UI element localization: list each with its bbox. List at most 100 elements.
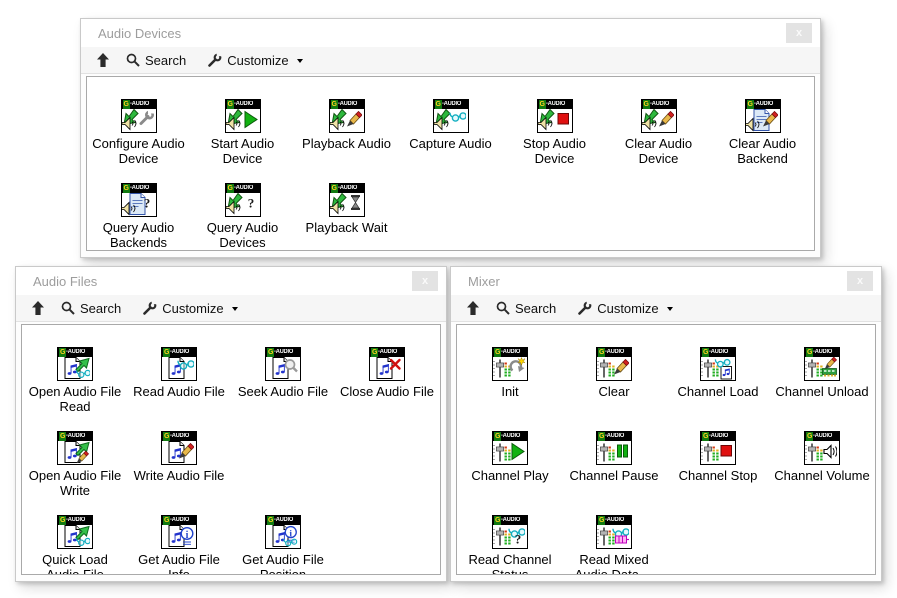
- vi-icon-frame: G-AUDIOi: [161, 515, 197, 549]
- close-button[interactable]: x: [847, 271, 873, 291]
- vi-icon-frame: G-AUDIO: [433, 99, 469, 133]
- customize-button[interactable]: Customize: [143, 301, 237, 316]
- g-audio-banner: G-AUDIO: [122, 100, 156, 109]
- palette-item-write-audio-file[interactable]: G-AUDIOWrite Audio File: [127, 431, 231, 515]
- palette-item-init[interactable]: G-AUDIOInit: [458, 347, 562, 431]
- doc-speaker-eraser-icon: [746, 109, 778, 132]
- title-bar[interactable]: Mixer x: [451, 267, 881, 295]
- g-audio-banner: G-AUDIO: [162, 516, 196, 525]
- up-button[interactable]: [96, 53, 110, 67]
- palette-item-label: Channel Play: [471, 468, 548, 483]
- vi-icon-frame: G-AUDIO: [804, 347, 840, 381]
- palette-item-open-audio-file-write[interactable]: G-AUDIOOpen Audio File Write: [23, 431, 127, 515]
- vi-icon-frame: G-AUDIO: [596, 431, 632, 465]
- mixer-stop-icon: [701, 441, 733, 464]
- musicfile-arrow-glasses-icon: [58, 525, 90, 548]
- title-bar[interactable]: Audio Devices x: [81, 19, 820, 47]
- palette-item-channel-load[interactable]: G-AUDIOChannel Load: [666, 347, 770, 431]
- palette-item-capture-audio[interactable]: G-AUDIO Capture Audio: [399, 99, 503, 183]
- musicfile-info-glasses-icon: i: [266, 525, 298, 548]
- vi-icon-frame: G-AUDIO: [57, 431, 93, 465]
- speaker-stop-icon: [538, 109, 570, 132]
- palette-item-close-audio-file[interactable]: G-AUDIOClose Audio File: [335, 347, 439, 431]
- window-audio-files: Audio Files x Search: [15, 266, 447, 582]
- search-button[interactable]: Search: [126, 53, 186, 68]
- palette-row: G-AUDIOOpen Audio File WriteG-AUDIOWrite…: [22, 431, 440, 515]
- palette-item-clear-audio-backend[interactable]: G-AUDIOClear Audio Backend: [711, 99, 815, 183]
- palette-item-configure-audio-device[interactable]: G-AUDIOConfigure Audio Device: [87, 99, 191, 183]
- palette-item-query-audio-backends[interactable]: G-AUDIO? Query Audio Backends: [87, 183, 191, 251]
- palette-item-channel-pause[interactable]: G-AUDIOChannel Pause: [562, 431, 666, 515]
- g-audio-banner: G-AUDIO: [122, 184, 156, 193]
- speaker-wrench-icon: [122, 109, 154, 132]
- g-audio-banner: G-AUDIO: [538, 100, 572, 109]
- palette-item-quick-load-audio-file[interactable]: G-AUDIOQuick Load Audio File: [23, 515, 127, 575]
- banner-audio: -AUDIO: [754, 100, 773, 109]
- palette-item-playback-audio[interactable]: G-AUDIO Playback Audio: [295, 99, 399, 183]
- palette-item-playback-wait[interactable]: G-AUDIOPlayback Wait: [295, 183, 399, 251]
- palette-row: G-AUDIOQuick Load Audio FileG-AUDIOiGet …: [22, 515, 440, 575]
- palette-item-channel-play[interactable]: G-AUDIO Channel Play: [458, 431, 562, 515]
- speaker-eraser-icon: [642, 109, 674, 132]
- palette-item-clear-audio-device[interactable]: G-AUDIOClear Audio Device: [607, 99, 711, 183]
- search-button[interactable]: Search: [496, 301, 556, 316]
- g-audio-banner: G-AUDIO: [642, 100, 676, 109]
- palette-item-clear[interactable]: G-AUDIOClear: [562, 347, 666, 431]
- palette-item-channel-volume[interactable]: G-AUDIO Channel Volume: [770, 431, 874, 515]
- svg-text:i: i: [289, 529, 292, 539]
- palette-item-label: Get Audio File Info: [129, 552, 230, 575]
- g-audio-banner: G-AUDIO: [330, 100, 364, 109]
- up-arrow-icon: [96, 53, 110, 67]
- palette-item-read-mixed-audio-data[interactable]: G-AUDIORead Mixed Audio Data ...: [562, 515, 666, 575]
- vi-icon-frame: G-AUDIO: [745, 99, 781, 133]
- up-button[interactable]: [466, 301, 480, 315]
- search-button[interactable]: Search: [61, 301, 121, 316]
- palette-item-open-audio-file-read[interactable]: G-AUDIOOpen Audio File Read: [23, 347, 127, 431]
- speaker-glasses-icon: [434, 109, 466, 132]
- g-audio-banner: G-AUDIO: [330, 184, 364, 193]
- close-button[interactable]: x: [412, 271, 438, 291]
- palette-item-channel-unload[interactable]: G-AUDIOChannel Unload: [770, 347, 874, 431]
- up-button[interactable]: [31, 301, 45, 315]
- g-audio-banner: G-AUDIO: [746, 100, 780, 109]
- palette-item-get-audio-file-position[interactable]: G-AUDIOiGet Audio File Position: [231, 515, 335, 575]
- banner-audio: -AUDIO: [813, 432, 832, 441]
- customize-button[interactable]: Customize: [578, 301, 672, 316]
- close-button[interactable]: x: [786, 23, 812, 43]
- mixer-glasses-question-icon: ?: [493, 525, 525, 548]
- g-audio-banner: G-AUDIO: [493, 432, 527, 441]
- palette-item-label: Open Audio File Write: [25, 468, 126, 498]
- vi-icon-frame: G-AUDIO: [537, 99, 573, 133]
- palette-item-read-channel-status[interactable]: G-AUDIO?Read Channel Status: [458, 515, 562, 575]
- palette-item-start-audio-device[interactable]: G-AUDIOStart Audio Device: [191, 99, 295, 183]
- g-audio-banner: G-AUDIO: [266, 516, 300, 525]
- doc-speaker-question-icon: ?: [122, 193, 154, 216]
- banner-audio: -AUDIO: [234, 100, 253, 109]
- g-audio-banner: G-AUDIO: [434, 100, 468, 109]
- palette-item-get-audio-file-info[interactable]: G-AUDIOi Get Audio File Info: [127, 515, 231, 575]
- title-bar[interactable]: Audio Files x: [16, 267, 446, 295]
- vi-icon-frame: G-AUDIO: [265, 347, 301, 381]
- palette-item-label: Query Audio Backends: [88, 220, 189, 250]
- palette-item-seek-audio-file[interactable]: G-AUDIOSeek Audio File: [231, 347, 335, 431]
- palette-item-read-audio-file[interactable]: G-AUDIORead Audio File: [127, 347, 231, 431]
- palette-item-channel-stop[interactable]: G-AUDIOChannel Stop: [666, 431, 770, 515]
- palette-item-label: Channel Volume: [774, 468, 869, 483]
- vi-icon-frame: G-AUDIO: [804, 431, 840, 465]
- customize-button[interactable]: Customize: [208, 53, 302, 68]
- wrench-icon: [578, 301, 592, 315]
- wrench-icon: [143, 301, 157, 315]
- banner-g: G: [227, 184, 234, 193]
- palette-item-stop-audio-device[interactable]: G-AUDIOStop Audio Device: [503, 99, 607, 183]
- palette-item-label: Playback Audio: [302, 136, 391, 151]
- vi-icon-frame: G-AUDIO: [225, 99, 261, 133]
- speaker-pencil-icon: [330, 109, 362, 132]
- mixer-eraser-icon: [597, 357, 629, 380]
- vi-icon-frame: G-AUDIO: [492, 347, 528, 381]
- palette-item-query-audio-devices[interactable]: G-AUDIO?Query Audio Devices: [191, 183, 295, 251]
- palette-item-label: Capture Audio: [409, 136, 491, 151]
- g-audio-banner: G-AUDIO: [805, 348, 839, 357]
- svg-text:?: ?: [247, 196, 254, 211]
- vi-icon-frame: G-AUDIO: [492, 431, 528, 465]
- banner-g: G: [227, 100, 234, 109]
